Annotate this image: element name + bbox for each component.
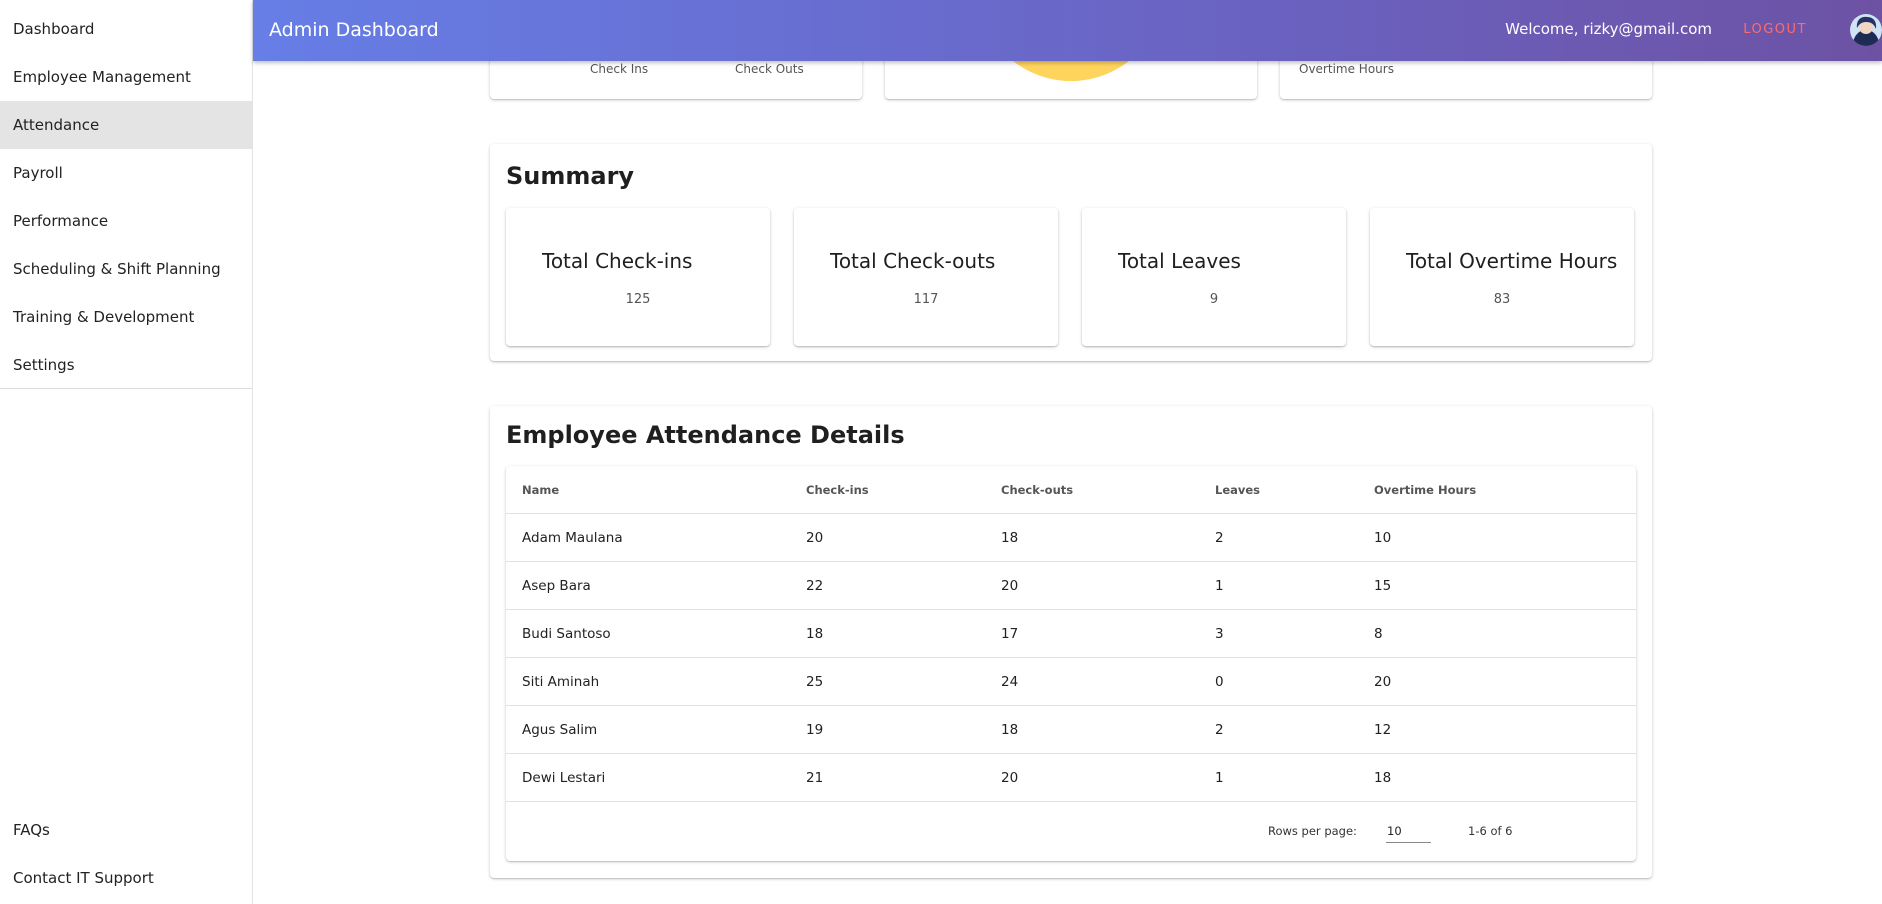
cell-checkins: 22 <box>806 578 824 594</box>
sidebar-item-payroll[interactable]: Payroll <box>0 149 252 197</box>
sidebar-divider <box>0 388 252 389</box>
sidebar-item-dashboard[interactable]: Dashboard <box>0 5 252 53</box>
cell-overtime: 15 <box>1374 578 1392 594</box>
column-header-leaves[interactable]: Leaves <box>1215 466 1260 514</box>
attendance-table: Name Check-ins Check-outs Leaves Overtim… <box>506 466 1636 861</box>
app-header: Admin Dashboard Welcome, rizky@gmail.com… <box>253 0 1882 61</box>
main-content: Check Ins Check Outs Overtime Hours Summ… <box>253 0 1882 904</box>
checkins-label: Check Ins <box>590 62 649 76</box>
table-header: Name Check-ins Check-outs Leaves Overtim… <box>506 466 1636 514</box>
stat-title: Total Leaves <box>1118 249 1241 273</box>
cell-overtime: 18 <box>1374 770 1392 786</box>
sidebar-item-training[interactable]: Training & Development <box>0 293 252 341</box>
cell-name: Budi Santoso <box>522 626 611 642</box>
cell-checkouts: 24 <box>1001 674 1019 690</box>
checkouts-label: Check Outs <box>735 62 804 76</box>
sidebar-item-attendance[interactable]: Attendance <box>0 101 252 149</box>
sidebar: Dashboard Employee Management Attendance… <box>0 0 253 904</box>
sidebar-item-contact-it-support[interactable]: Contact IT Support <box>0 854 252 902</box>
overtime-label: Overtime Hours <box>1299 62 1394 76</box>
table-row: Budi Santoso 18 17 3 8 <box>506 610 1636 658</box>
stat-card-checkouts: Total Check-outs 117 <box>794 208 1058 346</box>
cell-name: Siti Aminah <box>522 674 600 690</box>
cell-checkins: 25 <box>806 674 824 690</box>
summary-title: Summary <box>506 162 635 190</box>
sidebar-item-settings[interactable]: Settings <box>0 341 252 389</box>
stat-value: 9 <box>1209 292 1219 307</box>
cell-checkouts: 17 <box>1001 626 1019 642</box>
cell-checkouts: 18 <box>1001 530 1019 546</box>
column-header-checkins[interactable]: Check-ins <box>806 466 869 514</box>
stat-card-overtime: Total Overtime Hours 83 <box>1370 208 1634 346</box>
user-avatar-icon <box>1850 14 1882 46</box>
rows-per-page-label: Rows per page: <box>1268 824 1357 838</box>
cell-name: Dewi Lestari <box>522 770 606 786</box>
table-row: Dewi Lestari 21 20 1 18 <box>506 754 1636 802</box>
cell-checkins: 20 <box>806 530 824 546</box>
cell-leaves: 1 <box>1215 578 1224 594</box>
sidebar-item-faqs[interactable]: FAQs <box>0 806 252 854</box>
attendance-details-card: Employee Attendance Details Name Check-i… <box>490 406 1652 878</box>
stat-title: Total Overtime Hours <box>1406 249 1618 273</box>
table-row: Adam Maulana 20 18 2 10 <box>506 514 1636 562</box>
cell-leaves: 3 <box>1215 626 1224 642</box>
summary-card: Summary Total Check-ins 125 Total Check-… <box>490 144 1652 361</box>
rows-per-page-select[interactable]: 10 <box>1386 819 1431 843</box>
column-header-name[interactable]: Name <box>522 466 559 514</box>
stat-title: Total Check-outs <box>830 249 996 273</box>
cell-name: Agus Salim <box>522 722 598 738</box>
cell-overtime: 12 <box>1374 722 1392 738</box>
pagination-range: 1-6 of 6 <box>1468 824 1513 838</box>
stat-card-leaves: Total Leaves 9 <box>1082 208 1346 346</box>
sidebar-item-performance[interactable]: Performance <box>0 197 252 245</box>
welcome-text: Welcome, rizky@gmail.com <box>1505 20 1712 38</box>
cell-leaves: 2 <box>1215 530 1224 546</box>
sidebar-item-scheduling[interactable]: Scheduling & Shift Planning <box>0 245 252 293</box>
cell-overtime: 10 <box>1374 530 1392 546</box>
table-row: Agus Salim 19 18 2 12 <box>506 706 1636 754</box>
attendance-details-title: Employee Attendance Details <box>506 421 905 449</box>
stat-card-checkins: Total Check-ins 125 <box>506 208 770 346</box>
cell-checkouts: 20 <box>1001 578 1019 594</box>
stat-value: 83 <box>1493 292 1511 307</box>
cell-checkins: 21 <box>806 770 824 786</box>
cell-name: Asep Bara <box>522 578 591 594</box>
cell-name: Adam Maulana <box>522 530 623 546</box>
app-title: Admin Dashboard <box>269 19 439 41</box>
column-header-overtime[interactable]: Overtime Hours <box>1374 466 1476 514</box>
cell-checkouts: 18 <box>1001 722 1019 738</box>
table-row: Siti Aminah 25 24 0 20 <box>506 658 1636 706</box>
cell-leaves: 2 <box>1215 722 1224 738</box>
avatar[interactable] <box>1850 14 1882 46</box>
stat-title: Total Check-ins <box>542 249 693 273</box>
cell-checkouts: 20 <box>1001 770 1019 786</box>
cell-leaves: 0 <box>1215 674 1224 690</box>
logout-button[interactable]: LOGOUT <box>1743 0 1807 59</box>
cell-leaves: 1 <box>1215 770 1224 786</box>
cell-checkins: 18 <box>806 626 824 642</box>
table-row: Asep Bara 22 20 1 15 <box>506 562 1636 610</box>
cell-checkins: 19 <box>806 722 824 738</box>
table-pagination: Rows per page: 10 1-6 of 6 <box>506 802 1636 860</box>
stat-value: 125 <box>625 292 651 307</box>
cell-overtime: 8 <box>1374 626 1383 642</box>
stat-value: 117 <box>913 292 939 307</box>
column-header-checkouts[interactable]: Check-outs <box>1001 466 1073 514</box>
sidebar-item-employee-management[interactable]: Employee Management <box>0 53 252 101</box>
cell-overtime: 20 <box>1374 674 1392 690</box>
